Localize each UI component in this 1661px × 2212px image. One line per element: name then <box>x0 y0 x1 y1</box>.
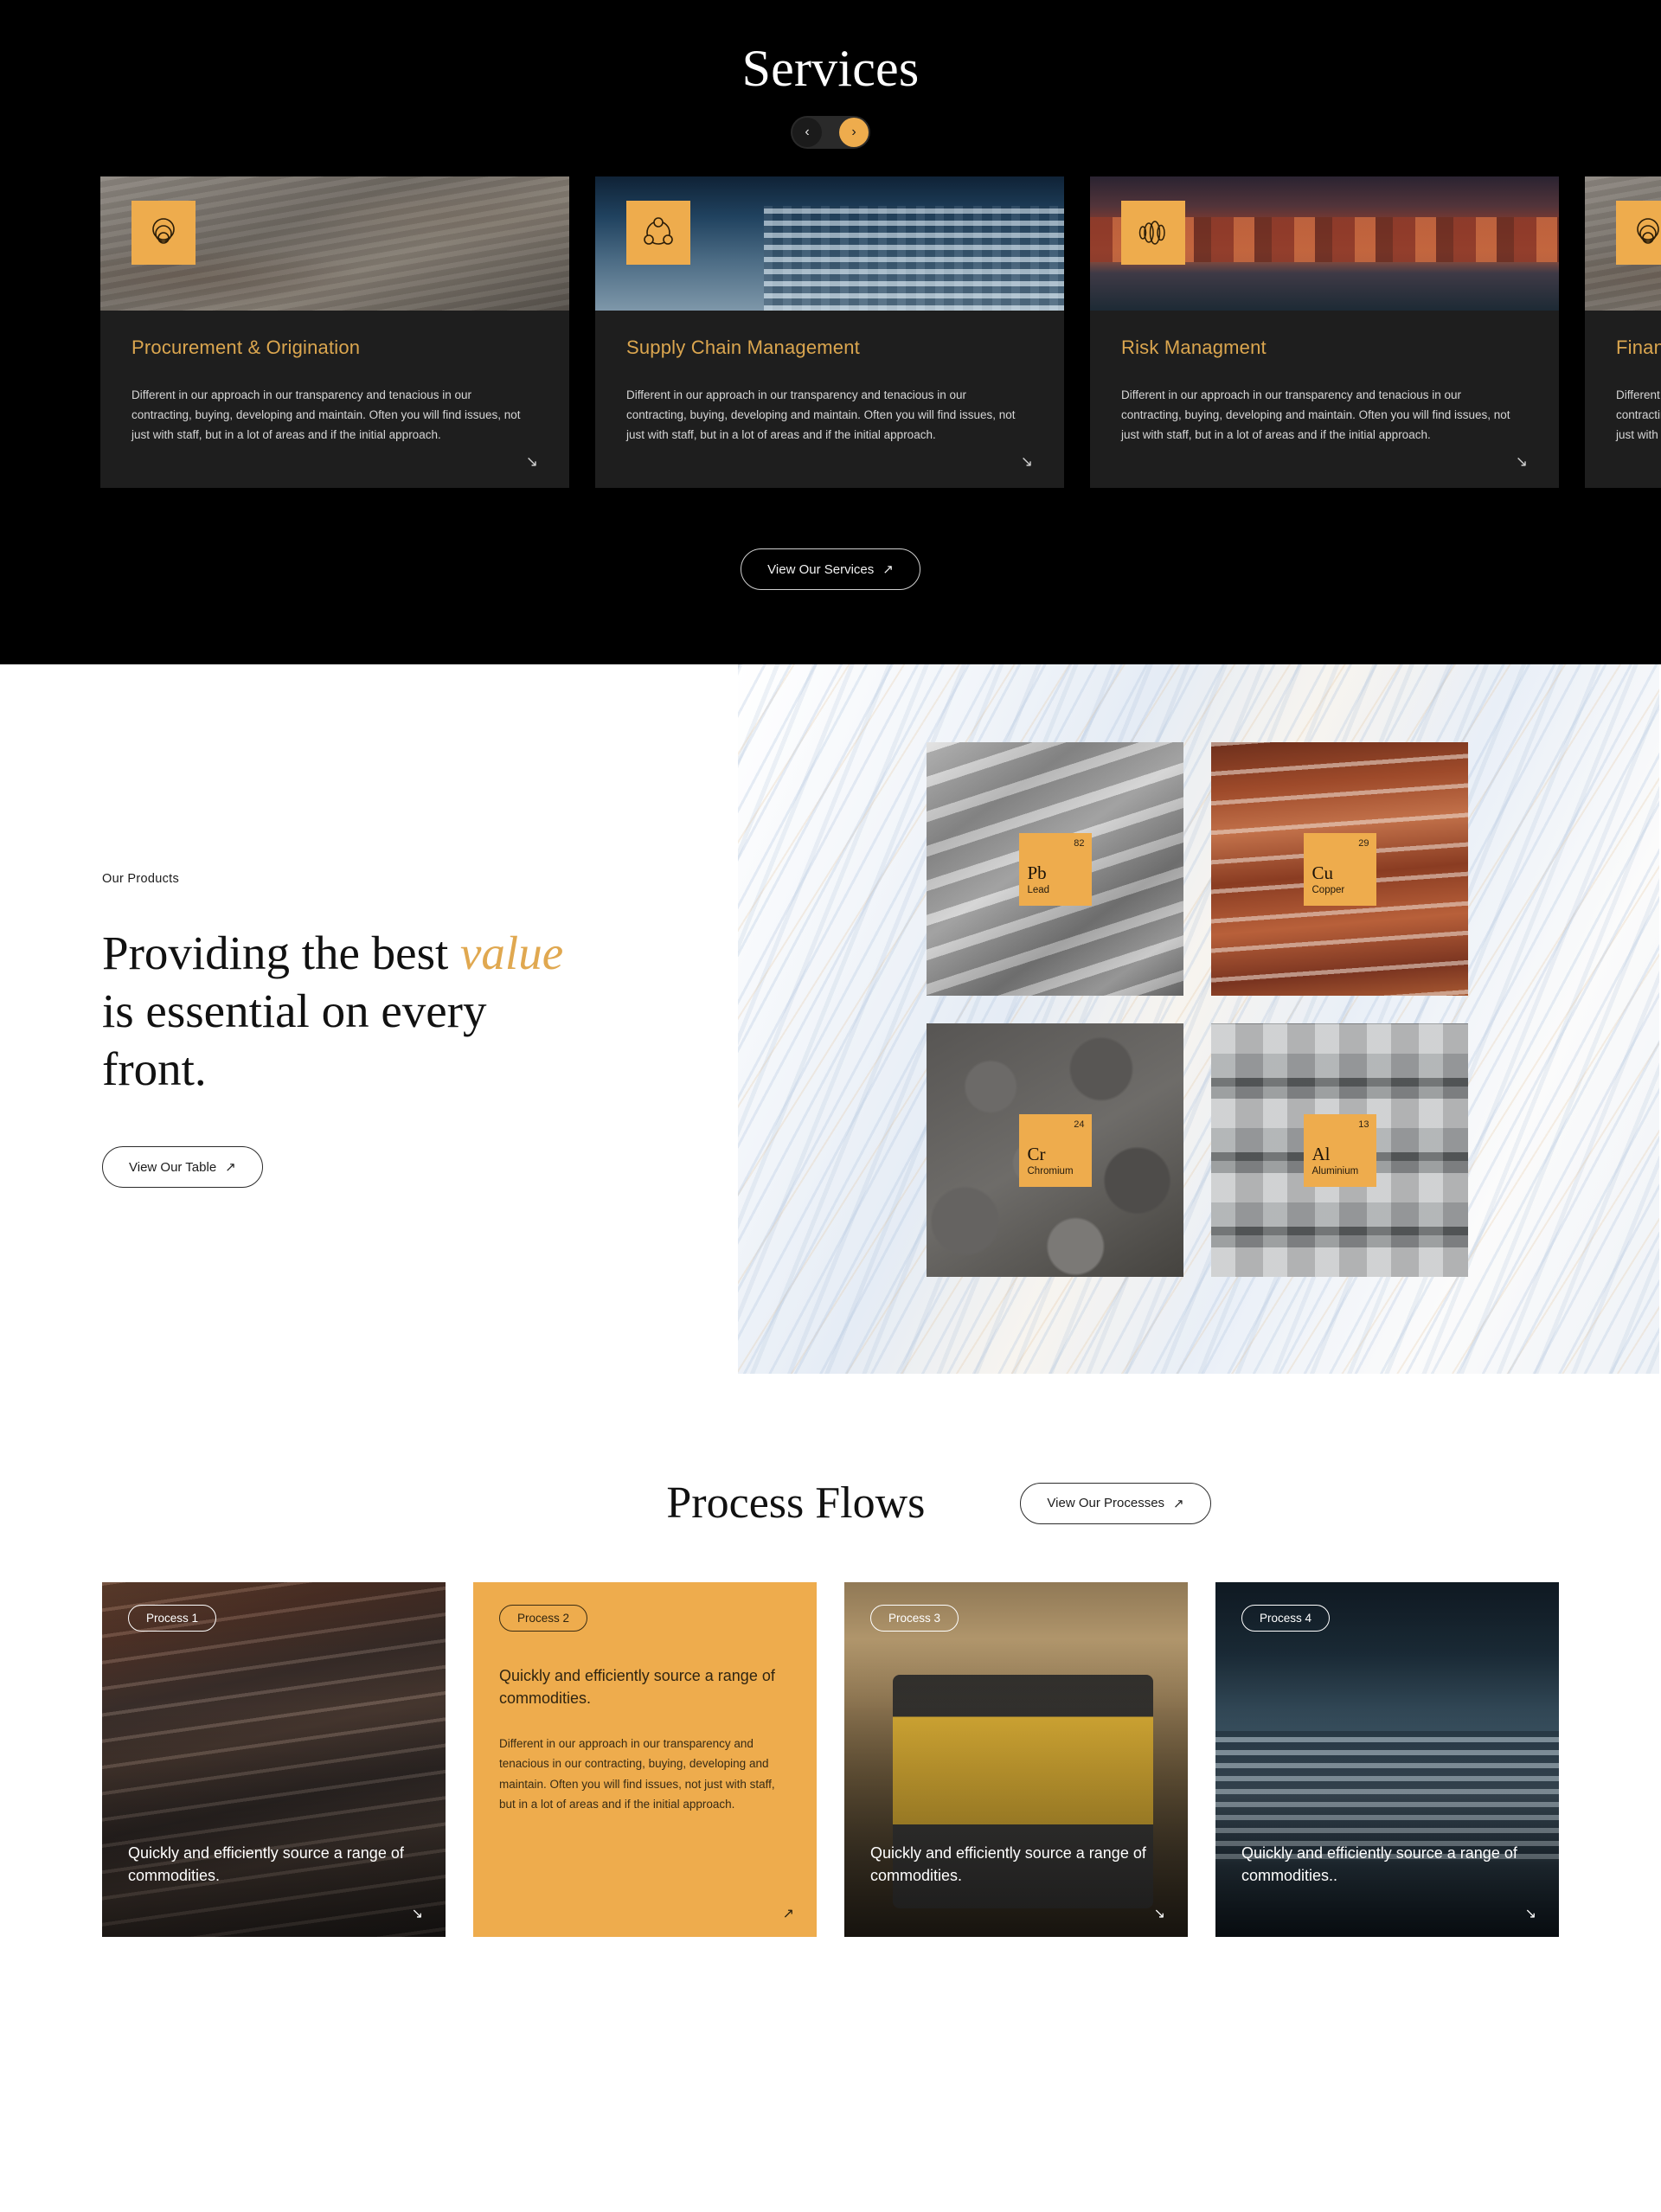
service-card-description: Different in our approach in our transpa… <box>1121 388 1510 442</box>
sound-wave-icon <box>1121 201 1185 265</box>
view-our-table-label: View Our Table <box>129 1159 217 1175</box>
element-atomic-number: 29 <box>1358 837 1369 849</box>
process-card[interactable]: Process 4 Quickly and efficiently source… <box>1215 1582 1559 1937</box>
view-our-table-button[interactable]: View Our Table ↗ <box>102 1146 263 1189</box>
process-card-inner: Process 3 Quickly and efficiently source… <box>844 1582 1188 1937</box>
view-our-services-button[interactable]: View Our Services ↗ <box>741 548 920 590</box>
element-name: Chromium <box>1027 1165 1074 1177</box>
products-cta-wrapper: View Our Table ↗ <box>102 1146 740 1189</box>
arrow-down-right-icon[interactable]: ↘ <box>1154 1907 1165 1921</box>
services-cta-wrapper: View Our Services ↗ <box>0 548 1661 590</box>
page-title: Services <box>741 40 920 97</box>
element-symbol: Al <box>1311 1143 1331 1164</box>
element-atomic-number: 82 <box>1074 837 1085 849</box>
arrow-down-right-icon[interactable]: ↘ <box>526 454 538 469</box>
products-eyebrow: Our Products <box>102 872 180 886</box>
element-tile[interactable]: 29 Cu Copper <box>1211 742 1468 996</box>
element-tile[interactable]: 24 Cr Chromium <box>927 1023 1183 1277</box>
service-card-title: Risk Managment <box>1121 337 1267 358</box>
element-name: Lead <box>1027 884 1050 895</box>
element-tile[interactable]: 13 Al Aluminium <box>1211 1023 1468 1277</box>
arrow-up-right-icon: ↗ <box>1173 1496 1184 1511</box>
element-symbol: Cu <box>1311 862 1334 883</box>
element-badge: 13 Al Aluminium <box>1303 1113 1376 1187</box>
process-chip[interactable]: Process 4 <box>1241 1605 1331 1632</box>
service-card-body: Supply Chain Management Different in our… <box>595 311 1064 488</box>
service-card-body: Risk Managment Different in our approach… <box>1090 311 1559 488</box>
service-card-title: Supply Chain Management <box>626 337 860 358</box>
element-atomic-number: 13 <box>1358 1119 1369 1130</box>
process-card-inner: Process 1 Quickly and efficiently source… <box>102 1582 446 1937</box>
products-copy: Our Products Providing the best value is… <box>0 664 740 1189</box>
element-tiles-grid: 82 Pb Lead 29 Cu Copper 24 Cr Chromium 1… <box>927 742 1468 1277</box>
arrow-down-right-icon[interactable]: ↘ <box>1516 454 1528 469</box>
arrow-up-right-icon: ↗ <box>882 562 894 577</box>
service-card-title: Procurement & Origination <box>131 337 361 358</box>
process-chip[interactable]: Process 1 <box>128 1605 217 1632</box>
process-flows-title: Process Flows <box>666 1478 926 1528</box>
process-card[interactable]: Process 2 Quickly and efficiently source… <box>473 1582 817 1937</box>
carousel-prev-button[interactable]: ‹ <box>792 118 822 147</box>
process-headline: Quickly and efficiently source a range o… <box>128 1843 404 1884</box>
service-card[interactable]: Supply Chain Management Different in our… <box>595 176 1064 488</box>
element-symbol: Pb <box>1027 862 1047 883</box>
arrow-down-right-icon[interactable]: ↘ <box>412 1907 423 1921</box>
services-section: Services ‹ › Procurement & Origination D… <box>0 0 1661 664</box>
concentric-circles-icon <box>1616 201 1661 265</box>
view-our-services-label: View Our Services <box>767 561 875 577</box>
element-atomic-number: 24 <box>1074 1119 1085 1130</box>
process-card-inner: Process 2 Quickly and efficiently source… <box>473 1582 817 1937</box>
view-our-processes-button[interactable]: View Our Processes ↗ <box>1020 1482 1211 1524</box>
element-name: Aluminium <box>1311 1165 1359 1177</box>
process-card[interactable]: Process 3 Quickly and efficiently source… <box>844 1582 1188 1937</box>
process-flows-section: Process Flows View Our Processes ↗ Proce… <box>0 1374 1661 2041</box>
products-marble-panel: 82 Pb Lead 29 Cu Copper 24 Cr Chromium 1… <box>738 664 1659 1374</box>
arrow-up-right-icon[interactable]: ↗ <box>783 1907 794 1921</box>
element-badge: 82 Pb Lead <box>1018 832 1092 906</box>
process-headline: Quickly and efficiently source a range o… <box>499 1667 775 1708</box>
service-card[interactable]: Risk Managment Different in our approach… <box>1090 176 1559 488</box>
arrow-up-right-icon: ↗ <box>225 1160 236 1176</box>
process-card-inner: Process 4 Quickly and efficiently source… <box>1215 1582 1559 1937</box>
arrow-down-right-icon[interactable]: ↘ <box>1525 1907 1536 1921</box>
process-headline: Quickly and efficiently source a range o… <box>1241 1843 1517 1884</box>
process-cards-row: Process 1 Quickly and efficiently source… <box>0 1529 1661 1937</box>
products-section: Our Products Providing the best value is… <box>0 664 1661 1374</box>
element-badge: 24 Cr Chromium <box>1018 1113 1092 1187</box>
view-our-processes-label: View Our Processes <box>1047 1496 1165 1510</box>
products-heading-part2: is essential on every front. <box>102 984 487 1096</box>
service-card-media <box>1090 176 1559 311</box>
products-heading-accent: value <box>460 926 564 979</box>
products-heading-part1: Providing the best <box>102 926 461 979</box>
services-carousel-track[interactable]: Procurement & Origination Different in o… <box>0 176 1661 488</box>
element-name: Copper <box>1311 884 1345 895</box>
service-card-body: Procurement & Origination Different in o… <box>100 311 569 488</box>
process-body: Different in our approach in our transpa… <box>499 1737 775 1811</box>
service-card-description: Different in our approach in our transpa… <box>626 388 1016 442</box>
process-headline: Quickly and efficiently source a range o… <box>870 1843 1146 1884</box>
service-card-media <box>595 176 1064 311</box>
service-card-body: Finance Different in our approach in our… <box>1585 311 1661 488</box>
process-header: Process Flows View Our Processes ↗ <box>0 1374 1661 1529</box>
arrow-down-right-icon[interactable]: ↘ <box>1021 454 1033 469</box>
concentric-circles-icon <box>131 201 196 265</box>
products-heading: Providing the best value is essential on… <box>102 924 569 1098</box>
element-symbol: Cr <box>1027 1143 1046 1164</box>
process-chip[interactable]: Process 3 <box>870 1605 959 1632</box>
process-chip[interactable]: Process 2 <box>499 1605 588 1632</box>
process-card[interactable]: Process 1 Quickly and efficiently source… <box>102 1582 446 1937</box>
service-card-media <box>100 176 569 311</box>
service-card-description: Different in our approach in our transpa… <box>1616 388 1661 442</box>
service-card[interactable]: Finance Different in our approach in our… <box>1585 176 1661 488</box>
element-badge: 29 Cu Copper <box>1303 832 1376 906</box>
element-tile[interactable]: 82 Pb Lead <box>927 742 1183 996</box>
service-card-title: Finance <box>1616 337 1661 358</box>
network-nodes-icon <box>626 201 690 265</box>
carousel-next-button[interactable]: › <box>839 118 869 147</box>
service-card[interactable]: Procurement & Origination Different in o… <box>100 176 569 488</box>
carousel-nav[interactable]: ‹ › <box>791 116 870 149</box>
service-card-media <box>1585 176 1661 311</box>
service-card-description: Different in our approach in our transpa… <box>131 388 521 442</box>
